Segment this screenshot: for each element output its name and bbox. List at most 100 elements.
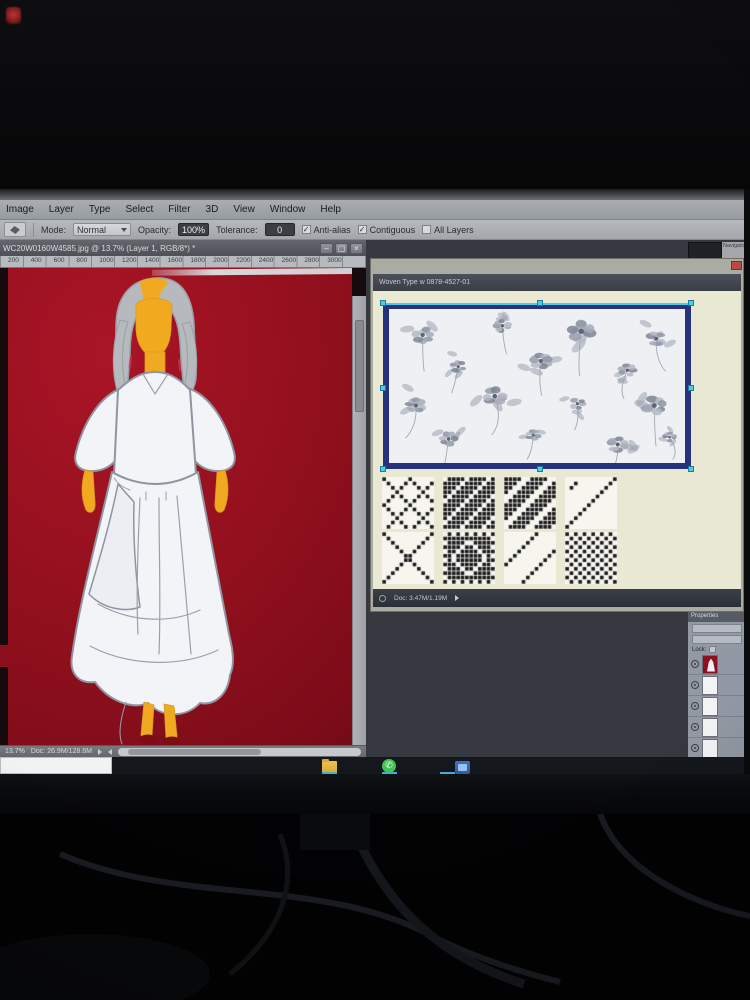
scroll-left-icon[interactable] bbox=[107, 748, 112, 755]
menu-view[interactable]: View bbox=[233, 204, 255, 215]
pattern-swatch-black-dotted-diagonals[interactable] bbox=[443, 477, 495, 529]
pattern-swatch-diagonal-black-bands[interactable] bbox=[504, 477, 556, 529]
ruler-tick: 200 bbox=[8, 257, 19, 264]
lock-label: Lock: bbox=[692, 646, 707, 653]
scrollbar-thumb[interactable] bbox=[355, 320, 364, 412]
document-size: Doc: 26.9M/128.6M bbox=[30, 748, 92, 755]
layer-artwork[interactable] bbox=[688, 654, 744, 675]
lock-icon[interactable] bbox=[709, 646, 717, 653]
menu-select[interactable]: Select bbox=[126, 204, 154, 215]
media-app-icon[interactable] bbox=[455, 761, 470, 774]
canvas-area[interactable] bbox=[0, 268, 366, 745]
selection-handle-br[interactable] bbox=[688, 466, 694, 472]
lock-row: Lock: bbox=[688, 644, 744, 654]
menu-window[interactable]: Window bbox=[270, 204, 306, 215]
layer-4[interactable] bbox=[688, 717, 744, 738]
vertical-scrollbar[interactable] bbox=[352, 296, 366, 745]
layer-2[interactable] bbox=[688, 675, 744, 696]
minimize-button[interactable]: – bbox=[320, 242, 333, 254]
checkbox-contiguous[interactable]: ✓ Contiguous bbox=[357, 225, 415, 235]
close-button[interactable]: × bbox=[350, 242, 363, 254]
checkbox-anti-alias[interactable]: ✓ Anti-alias bbox=[301, 225, 351, 235]
layer-visibility-eye-icon[interactable] bbox=[691, 660, 699, 668]
navigator-panel: Navigator bbox=[688, 242, 744, 259]
menu-layer[interactable]: Layer bbox=[49, 204, 74, 215]
layer-3[interactable] bbox=[688, 696, 744, 717]
scroll-right-icon[interactable] bbox=[97, 748, 102, 755]
opacity-value[interactable]: 100% bbox=[178, 223, 210, 236]
pattern-swatch-diamond-ring-black[interactable] bbox=[443, 532, 495, 584]
pattern-swatch-diamond-lattice-dots[interactable] bbox=[382, 477, 434, 529]
layer-visibility-eye-icon[interactable] bbox=[691, 702, 699, 710]
windows-taskbar: ✆ bbox=[0, 757, 744, 774]
tolerance-value[interactable]: 0 bbox=[264, 223, 295, 236]
menu-filter[interactable]: Filter bbox=[168, 204, 190, 215]
document-title: WC20W0160W4585.jpg @ 13.7% (Layer 1, RGB… bbox=[3, 243, 196, 253]
menu-image[interactable]: Image bbox=[6, 204, 34, 215]
pattern-swatch-double-dotted-lines[interactable] bbox=[504, 532, 556, 584]
layer-thumbnail[interactable] bbox=[702, 738, 718, 757]
ruler-tick: 2000 bbox=[213, 257, 228, 264]
workspace-background: Navigator Woven Type w 0878-4527-01 bbox=[366, 240, 744, 757]
layer-thumbnail[interactable] bbox=[702, 654, 718, 674]
ruler-tick: 3000 bbox=[327, 257, 342, 264]
horizontal-scrollbar[interactable] bbox=[117, 747, 361, 756]
mode-dropdown[interactable]: Normal bbox=[73, 223, 132, 236]
cables bbox=[0, 812, 750, 1000]
selection-handle-tl[interactable] bbox=[380, 300, 386, 306]
ruler-tick: 600 bbox=[53, 257, 65, 264]
mode-label: Mode: bbox=[41, 224, 67, 235]
selection-handle-mt[interactable] bbox=[537, 300, 543, 306]
properties-panel-header[interactable]: Properties bbox=[688, 612, 744, 622]
pattern-window-titlebar[interactable]: Woven Type w 0878-4527-01 bbox=[373, 274, 741, 291]
layer-visibility-eye-icon[interactable] bbox=[691, 681, 699, 689]
checkbox-all-layers[interactable]: All Layers bbox=[422, 225, 474, 235]
menu-help[interactable]: Help bbox=[320, 204, 341, 215]
pattern-swatch-x-dots[interactable] bbox=[382, 532, 434, 584]
layer-thumbnail[interactable] bbox=[702, 675, 718, 695]
fashion-figure-artwork bbox=[70, 277, 236, 745]
pattern-swatch-single-dotted-line[interactable] bbox=[565, 477, 617, 529]
layer-visibility-eye-icon[interactable] bbox=[691, 744, 699, 752]
opacity-dropdown[interactable] bbox=[692, 635, 742, 644]
whatsapp-icon[interactable]: ✆ bbox=[382, 759, 396, 773]
red-canvas[interactable] bbox=[8, 268, 353, 745]
tool-options-bar: Mode: Normal Opacity: 100% Tolerance: 0 … bbox=[0, 220, 744, 240]
floral-pattern-image[interactable] bbox=[380, 300, 694, 472]
desk-area bbox=[0, 812, 750, 1000]
pattern-reference-window: Woven Type w 0878-4527-01 Doc: 3.47M/1.1… bbox=[370, 258, 744, 612]
ruler-tick: 400 bbox=[30, 257, 42, 264]
zoom-percentage[interactable]: 13.7% bbox=[5, 748, 25, 755]
menu-bar: Image Layer Type Select Filter 3D View W… bbox=[0, 200, 744, 220]
taskbar-search-input[interactable] bbox=[0, 757, 112, 774]
selection-handle-mr[interactable] bbox=[688, 385, 694, 391]
close-icon[interactable] bbox=[731, 261, 742, 270]
blend-mode-dropdown[interactable] bbox=[692, 624, 742, 633]
layer-thumbnail[interactable] bbox=[702, 717, 718, 737]
ruler-tick: 1200 bbox=[122, 257, 137, 264]
paint-bucket-tool-icon[interactable] bbox=[4, 222, 26, 237]
scrollbar-thumb[interactable] bbox=[127, 748, 262, 755]
selection-handle-ml[interactable] bbox=[380, 385, 386, 391]
monitor-bezel-bottom: LG bbox=[0, 774, 750, 814]
pattern-window-statusbar: Doc: 3.47M/1.19M bbox=[373, 589, 741, 607]
selection-handle-bl[interactable] bbox=[380, 466, 386, 472]
menu-3d[interactable]: 3D bbox=[206, 204, 219, 215]
checkbox-box[interactable]: ✓ bbox=[301, 225, 311, 234]
scroll-right-icon[interactable] bbox=[455, 595, 460, 601]
floral-artwork bbox=[399, 311, 678, 463]
checkbox-label: All Layers bbox=[434, 224, 474, 235]
selection-handle-tr[interactable] bbox=[688, 300, 694, 306]
document-titlebar[interactable]: WC20W0160W4585.jpg @ 13.7% (Layer 1, RGB… bbox=[0, 240, 366, 256]
checkbox-box[interactable] bbox=[422, 225, 432, 234]
pattern-swatch-checker-dots[interactable] bbox=[565, 532, 617, 584]
menu-type[interactable]: Type bbox=[89, 204, 111, 215]
layer-5[interactable] bbox=[688, 738, 744, 757]
layer-visibility-eye-icon[interactable] bbox=[691, 723, 699, 731]
maximize-button[interactable]: ▢ bbox=[335, 242, 348, 254]
layer-thumbnail[interactable] bbox=[702, 696, 718, 716]
selection-handle-mb[interactable] bbox=[537, 466, 543, 472]
navigator-tab[interactable]: Navigator bbox=[722, 242, 744, 259]
navigator-thumbnail[interactable] bbox=[688, 242, 722, 259]
checkbox-box[interactable]: ✓ bbox=[357, 225, 367, 234]
